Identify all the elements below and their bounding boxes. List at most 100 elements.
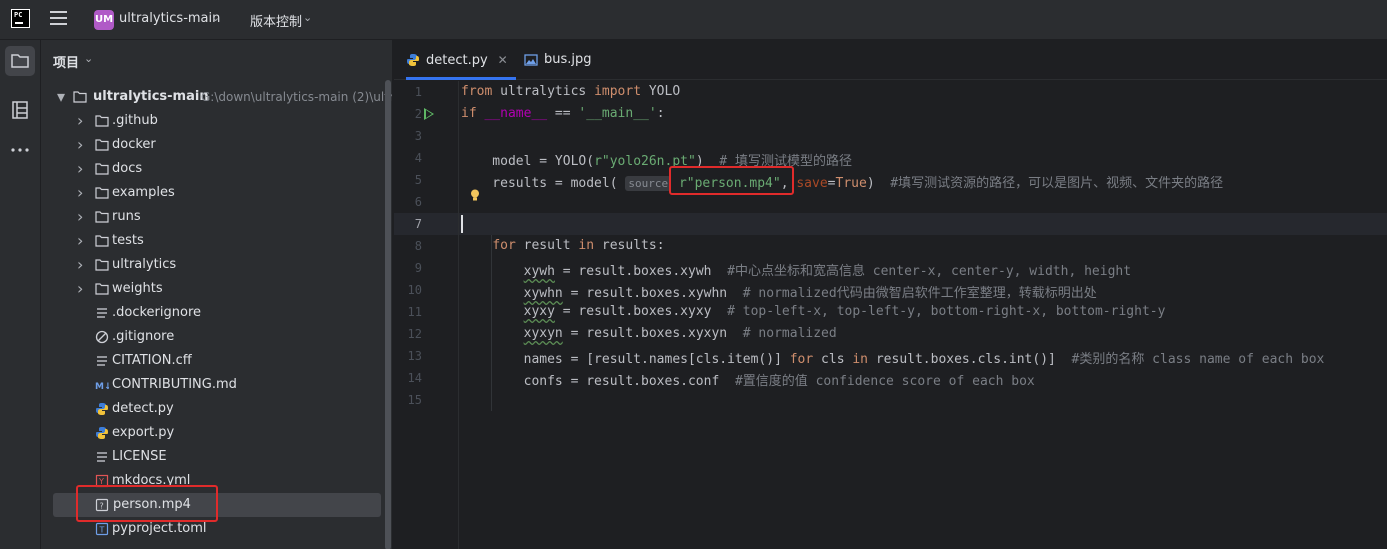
project-panel-title[interactable]: 项目: [53, 52, 79, 71]
text-file-icon: [97, 452, 107, 462]
ignore-file-icon: [95, 330, 109, 344]
chevron-right-icon[interactable]: ›: [77, 229, 89, 253]
chevron-down-icon[interactable]: ⌄: [303, 11, 312, 24]
tree-item-label: .gitignore: [112, 329, 175, 344]
chevron-right-icon[interactable]: ›: [77, 181, 89, 205]
chevron-right-icon[interactable]: ›: [77, 133, 89, 157]
chevron-down-icon[interactable]: ▾: [57, 85, 69, 109]
main-menu-icon[interactable]: [50, 11, 67, 26]
chevron-down-icon[interactable]: ⌄: [211, 11, 220, 24]
tree-item-label: weights: [112, 281, 163, 296]
tree-item[interactable]: › examples: [41, 181, 381, 205]
folder-icon: [95, 115, 109, 127]
chevron-right-icon[interactable]: ›: [77, 157, 89, 181]
code-line-5: results = model( source r"person.mp4", s…: [461, 176, 1224, 191]
code-line-1: from ultralytics import YOLO: [461, 84, 681, 99]
folder-icon: [95, 211, 109, 223]
line-number: 9: [414, 261, 422, 275]
folder-icon: [95, 139, 109, 151]
code-line-12: xyxyn = result.boxes.xyxyn # normalized: [523, 326, 837, 341]
tab-bus-jpg[interactable]: bus.jpg: [524, 40, 592, 80]
code-editor[interactable]: 1 2 3 4 5 6 7 8 9 10 11 12 13 14 15 from ultralytics i…: [394, 81, 1387, 549]
code-line-13: names = [result.names[cls.item()] for cl…: [461, 352, 1325, 367]
more-tools-icon[interactable]: [5, 135, 35, 165]
chevron-right-icon[interactable]: ›: [77, 109, 89, 133]
tree-item[interactable]: export.py: [41, 421, 381, 445]
run-icon[interactable]: [424, 108, 434, 120]
vcs-menu[interactable]: 版本控制: [250, 11, 302, 30]
python-file-icon: [96, 427, 108, 439]
tree-item[interactable]: detect.py: [41, 397, 381, 421]
chevron-right-icon[interactable]: ›: [77, 277, 89, 301]
tree-item-label: export.py: [112, 425, 175, 440]
tree-item[interactable]: › .github: [41, 109, 381, 133]
tree-item[interactable]: › runs: [41, 205, 381, 229]
chevron-down-icon[interactable]: ⌄: [84, 52, 93, 65]
chevron-right-icon[interactable]: ›: [77, 253, 89, 277]
svg-text:T: T: [99, 526, 105, 535]
code-line-11: xyxy = result.boxes.xyxy # top-left-x, t…: [523, 304, 1166, 319]
line-number: 11: [407, 305, 422, 319]
tree-item[interactable]: › docs: [41, 157, 381, 181]
text-caret: [461, 215, 463, 233]
tree-item[interactable]: LICENSE: [41, 445, 381, 469]
tree-root[interactable]: ▾ ultralytics-main G:\down\ultralytics-m…: [41, 85, 392, 109]
line-number: 8: [414, 239, 422, 253]
tree-item[interactable]: .gitignore: [41, 325, 381, 349]
title-bar: PC UM ultralytics-main ⌄ 版本控制 ⌄: [0, 0, 1387, 40]
folder-icon: [95, 187, 109, 199]
folder-icon: [73, 91, 87, 103]
tree-item-label: LICENSE: [112, 449, 167, 464]
tree-item[interactable]: › weights: [41, 277, 381, 301]
tree-item-label: detect.py: [112, 401, 174, 416]
pycharm-logo-icon[interactable]: PC: [11, 9, 30, 28]
tree-item[interactable]: .dockerignore: [41, 301, 381, 325]
project-name-menu[interactable]: ultralytics-main: [119, 11, 220, 26]
highlight-box: [669, 166, 794, 195]
line-number: 2: [414, 107, 422, 121]
project-scrollbar[interactable]: [385, 80, 391, 549]
line-number: 7: [414, 217, 422, 231]
close-icon[interactable]: ✕: [498, 53, 508, 67]
tree-item[interactable]: M↓CONTRIBUTING.md: [41, 373, 381, 397]
inlay-hint: source: [625, 176, 672, 191]
code-line-8: for result in results:: [492, 238, 665, 253]
folder-icon: [95, 235, 109, 247]
tree-item-label: CONTRIBUTING.md: [112, 377, 237, 392]
line-number: 15: [407, 393, 422, 407]
code-line-10: xywhn = result.boxes.xywhn # normalized代…: [523, 286, 1097, 301]
tree-item[interactable]: › ultralytics: [41, 253, 381, 277]
line-number: 4: [414, 151, 422, 165]
tree-item-label: docker: [112, 137, 156, 152]
tree-item-label: runs: [112, 209, 141, 224]
line-number: 14: [407, 371, 422, 385]
tree-item-label: ultralytics: [112, 257, 177, 272]
folder-icon: [95, 283, 109, 295]
folder-icon: [95, 259, 109, 271]
tab-detect-py[interactable]: detect.py ✕: [406, 40, 516, 80]
project-panel: 项目 ⌄ ▾ ultralytics-main G:\down\ultralyt…: [41, 40, 393, 549]
line-number: 10: [407, 283, 422, 297]
tree-item-label: docs: [112, 161, 143, 176]
tree-item[interactable]: CITATION.cff: [41, 349, 381, 373]
text-file-icon: [97, 356, 107, 366]
logo-text: PC: [14, 11, 23, 19]
tree-item[interactable]: › tests: [41, 229, 381, 253]
project-folder-icon[interactable]: [5, 46, 35, 76]
editor-tabs: detect.py ✕ bus.jpg: [394, 40, 1387, 80]
structure-icon[interactable]: [5, 95, 35, 125]
tree-item[interactable]: › docker: [41, 133, 381, 157]
tree-item-label: .dockerignore: [112, 305, 202, 320]
project-tree: ▾ ultralytics-main G:\down\ultralytics-m…: [41, 85, 392, 541]
svg-text:M↓: M↓: [95, 382, 109, 392]
current-line-highlight: [394, 213, 1387, 235]
project-badge[interactable]: UM: [94, 10, 114, 30]
tree-item-label: examples: [112, 185, 175, 200]
code-line-9: xywh = result.boxes.xywh #中心点坐标和宽高信息 cen…: [523, 264, 1132, 279]
code-line-2: if __name__ == '__main__':: [461, 106, 665, 121]
tool-window-strip: [0, 40, 41, 549]
code-line-14: confs = result.boxes.conf #置信度的值 confide…: [461, 374, 1035, 389]
python-file-icon: [96, 403, 108, 415]
text-file-icon: [97, 308, 107, 318]
chevron-right-icon[interactable]: ›: [77, 205, 89, 229]
